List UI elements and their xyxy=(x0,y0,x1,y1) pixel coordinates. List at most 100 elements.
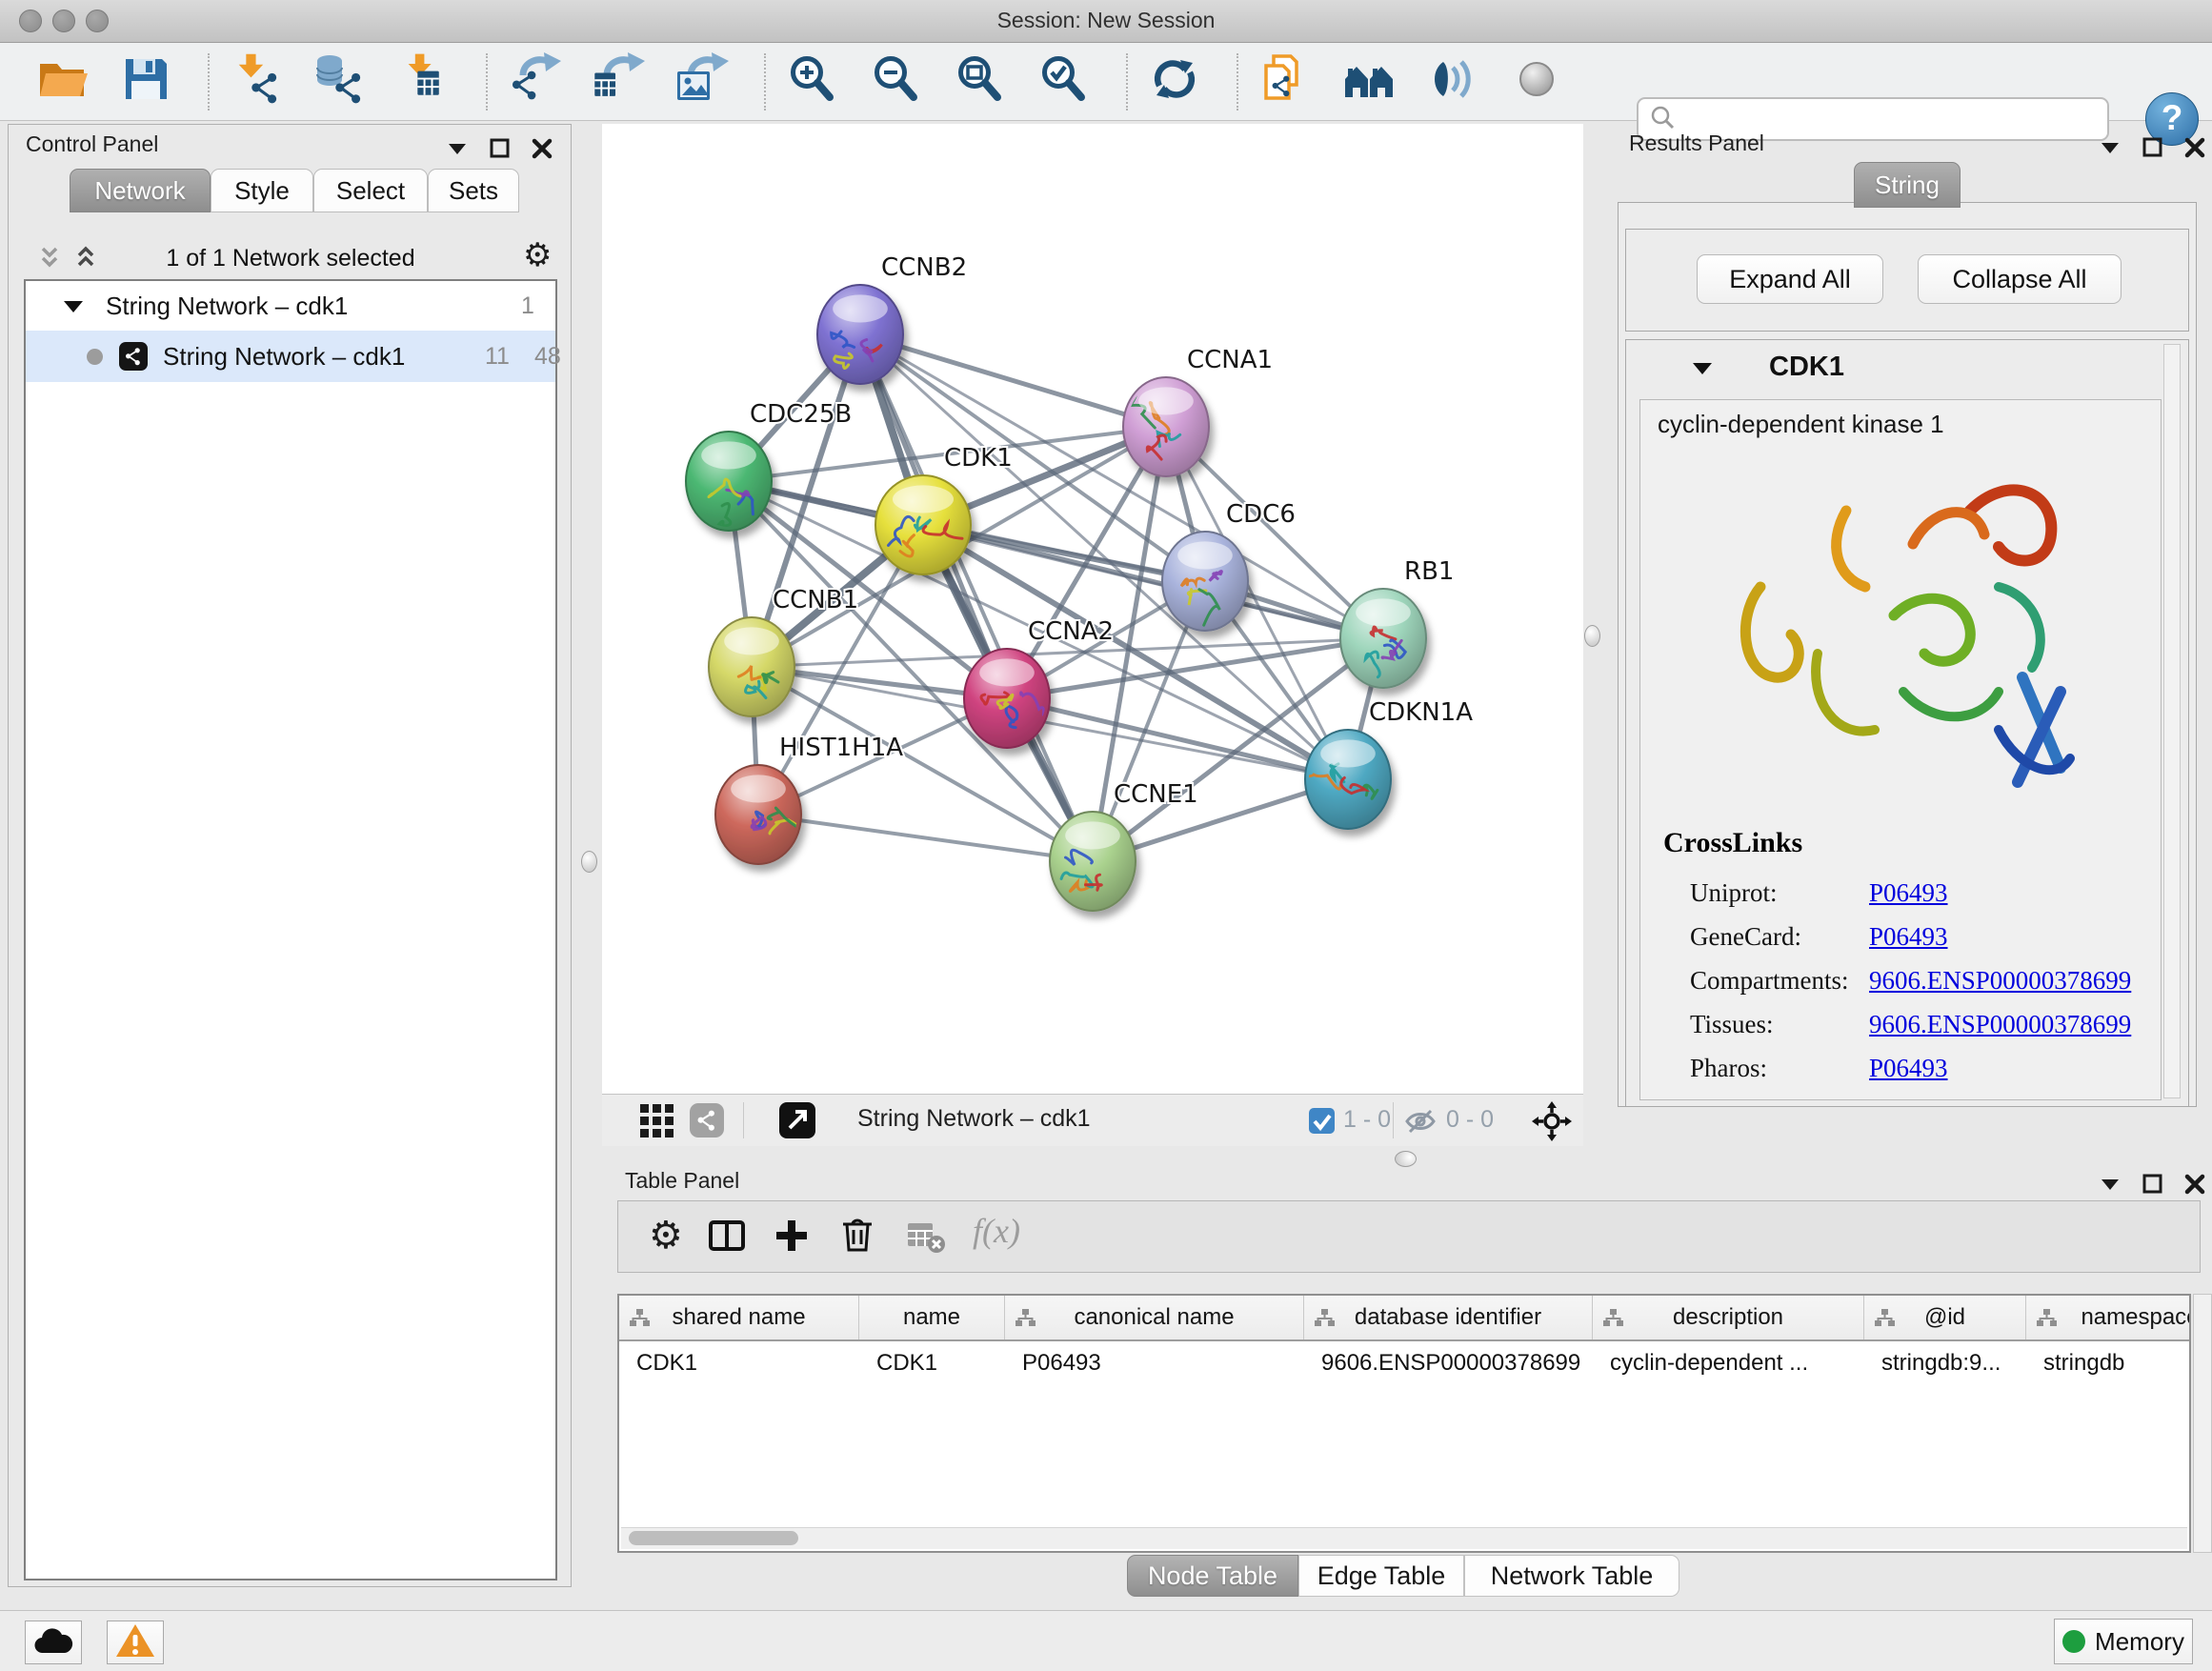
float-panel-icon[interactable] xyxy=(489,137,512,165)
tab-sets[interactable]: Sets xyxy=(428,169,519,212)
clone-network-button[interactable] xyxy=(1257,53,1313,111)
table-row[interactable]: CDK1CDK1P064939606.ENSP00000378699cyclin… xyxy=(619,1341,2189,1385)
zoom-out-button[interactable] xyxy=(869,53,924,111)
column-header-canonical-name[interactable]: canonical name xyxy=(1005,1296,1304,1339)
network-edge-count: 48 xyxy=(534,343,561,371)
crosslink-label: Tissues: xyxy=(1690,1010,1774,1039)
save-session-icon xyxy=(119,52,172,111)
crosslink-value-link[interactable]: P06493 xyxy=(1869,1054,1948,1083)
selected-items-checkbox[interactable] xyxy=(1309,1108,1335,1138)
table-cell[interactable]: cyclin-dependent ... xyxy=(1593,1350,1864,1377)
birds-eye-button[interactable] xyxy=(1509,53,1564,111)
column-header--id[interactable]: @id xyxy=(1864,1296,2026,1339)
splitter-handle-left[interactable] xyxy=(581,851,597,873)
export-table-button[interactable] xyxy=(591,53,646,111)
application-window: Session: New Session ? Control Panel Net… xyxy=(0,0,2212,1671)
float-panel-icon[interactable] xyxy=(2142,136,2164,164)
section-collapse-icon[interactable] xyxy=(1691,359,1714,383)
results-panel: Results Panel String Expand All Collapse… xyxy=(1602,124,2212,1162)
cloud-status-button[interactable] xyxy=(25,1621,82,1664)
expand-all-button[interactable]: Expand All xyxy=(1697,254,1883,304)
network-grid-view-icon[interactable] xyxy=(640,1104,674,1143)
float-panel-icon[interactable] xyxy=(2142,1173,2164,1200)
crosslink-value-link[interactable]: 9606.ENSP00000378699 xyxy=(1869,966,2131,996)
node-label: CDK1 xyxy=(944,444,1013,473)
zoom-fit-icon xyxy=(954,52,1007,111)
houses-button[interactable] xyxy=(1341,53,1397,111)
horizontal-scrollbar[interactable] xyxy=(621,1527,2187,1549)
delete-column-icon[interactable] xyxy=(841,1217,874,1258)
vertical-scrollbar[interactable] xyxy=(2193,1294,2212,1553)
crosslink-value-link[interactable]: P06493 xyxy=(1869,878,1948,908)
status-bar: Memory xyxy=(0,1610,2212,1671)
add-column-icon[interactable] xyxy=(774,1218,809,1258)
zoom-window-button[interactable] xyxy=(86,10,109,32)
table-options-gear-icon[interactable]: ⚙ xyxy=(649,1217,683,1255)
close-panel-icon[interactable] xyxy=(2183,136,2206,164)
results-scrollbar[interactable] xyxy=(2163,344,2181,1098)
hidden-items-eye-icon[interactable] xyxy=(1404,1107,1437,1140)
zoom-fit-button[interactable] xyxy=(953,53,1008,111)
export-image-button[interactable] xyxy=(674,53,730,111)
warnings-button[interactable] xyxy=(107,1621,164,1664)
column-header-database-identifier[interactable]: database identifier xyxy=(1304,1296,1593,1339)
network-row-selected[interactable]: String Network – cdk1 11 48 xyxy=(26,331,555,382)
memory-button[interactable]: Memory xyxy=(2054,1619,2193,1664)
table-cell[interactable]: P06493 xyxy=(1005,1350,1304,1377)
column-header-shared-name[interactable]: shared name xyxy=(619,1296,859,1339)
collapse-all-button[interactable]: Collapse All xyxy=(1918,254,2122,304)
column-header-namespace[interactable]: namespace xyxy=(2026,1296,2191,1339)
splitter-handle-right[interactable] xyxy=(1584,625,1600,647)
column-header-name[interactable]: name xyxy=(859,1296,1005,1339)
crosslink-label: GeneCard: xyxy=(1690,922,1801,952)
open-file-button[interactable] xyxy=(34,53,90,111)
network-collection-row[interactable]: String Network – cdk1 1 xyxy=(26,281,555,331)
network-type-icon xyxy=(119,342,148,375)
table-cell[interactable]: 9606.ENSP00000378699 xyxy=(1304,1350,1593,1377)
zoom-selected-button[interactable] xyxy=(1036,53,1092,111)
show-columns-icon[interactable] xyxy=(708,1218,746,1258)
table-cell[interactable]: CDK1 xyxy=(859,1350,1005,1377)
tab-select[interactable]: Select xyxy=(313,169,428,212)
table-cell[interactable]: CDK1 xyxy=(619,1350,859,1377)
apply-layout-button[interactable] xyxy=(1147,53,1202,111)
tab-network-table[interactable]: Network Table xyxy=(1464,1555,1679,1597)
tab-string[interactable]: String xyxy=(1854,162,1961,208)
crosslink-value-link[interactable]: P06493 xyxy=(1869,922,1948,952)
network-canvas[interactable]: CCNB2 CCNA1 CDC25B CDK1 CDC6 RB1 CCNB1 C… xyxy=(602,124,1583,1094)
detach-view-icon[interactable] xyxy=(779,1102,815,1143)
protein-section-header[interactable]: CDK1 xyxy=(1626,340,2188,395)
export-network-button[interactable] xyxy=(507,53,562,111)
panel-menu-icon[interactable] xyxy=(445,136,470,166)
panel-menu-icon[interactable] xyxy=(2098,1172,2122,1201)
tab-edge-table[interactable]: Edge Table xyxy=(1298,1555,1464,1597)
save-session-button[interactable] xyxy=(118,53,173,111)
close-panel-icon[interactable] xyxy=(531,137,553,165)
table-cell[interactable]: stringdb:9... xyxy=(1864,1350,2026,1377)
zoom-in-button[interactable] xyxy=(785,53,840,111)
import-table-button[interactable] xyxy=(396,53,452,111)
collapse-collection-icon[interactable] xyxy=(62,297,85,321)
close-window-button[interactable] xyxy=(19,10,42,32)
panel-menu-icon[interactable] xyxy=(2098,135,2122,165)
minimize-window-button[interactable] xyxy=(52,10,75,32)
crosslinks-list: Uniprot:P06493GeneCard:P06493Compartment… xyxy=(1640,873,2162,1092)
import-network-database-button[interactable] xyxy=(312,53,368,111)
horizontal-scrollbar-thumb[interactable] xyxy=(629,1531,798,1545)
network-view-icon[interactable] xyxy=(690,1103,724,1142)
table-cell[interactable]: stringdb xyxy=(2026,1350,2191,1377)
import-network-file-button[interactable] xyxy=(229,53,284,111)
tab-network[interactable]: Network xyxy=(70,169,211,212)
selected-count: 1 - 0 xyxy=(1343,1106,1391,1134)
close-panel-icon[interactable] xyxy=(2183,1173,2206,1200)
hide-graphics-button[interactable] xyxy=(1425,53,1480,111)
crosslink-value-link[interactable]: 9606.ENSP00000378699 xyxy=(1869,1010,2131,1039)
fit-content-crosshair-icon[interactable] xyxy=(1532,1101,1572,1146)
table-panel-title: Table Panel xyxy=(625,1168,739,1194)
network-options-gear-icon[interactable]: ⚙ xyxy=(523,239,552,272)
column-header-description[interactable]: description xyxy=(1593,1296,1864,1339)
crosslink-row: Pharos:P06493 xyxy=(1640,1048,2162,1092)
tab-style[interactable]: Style xyxy=(211,169,313,212)
function-builder-icon: f(x) xyxy=(973,1211,1020,1251)
tab-node-table[interactable]: Node Table xyxy=(1127,1555,1298,1597)
